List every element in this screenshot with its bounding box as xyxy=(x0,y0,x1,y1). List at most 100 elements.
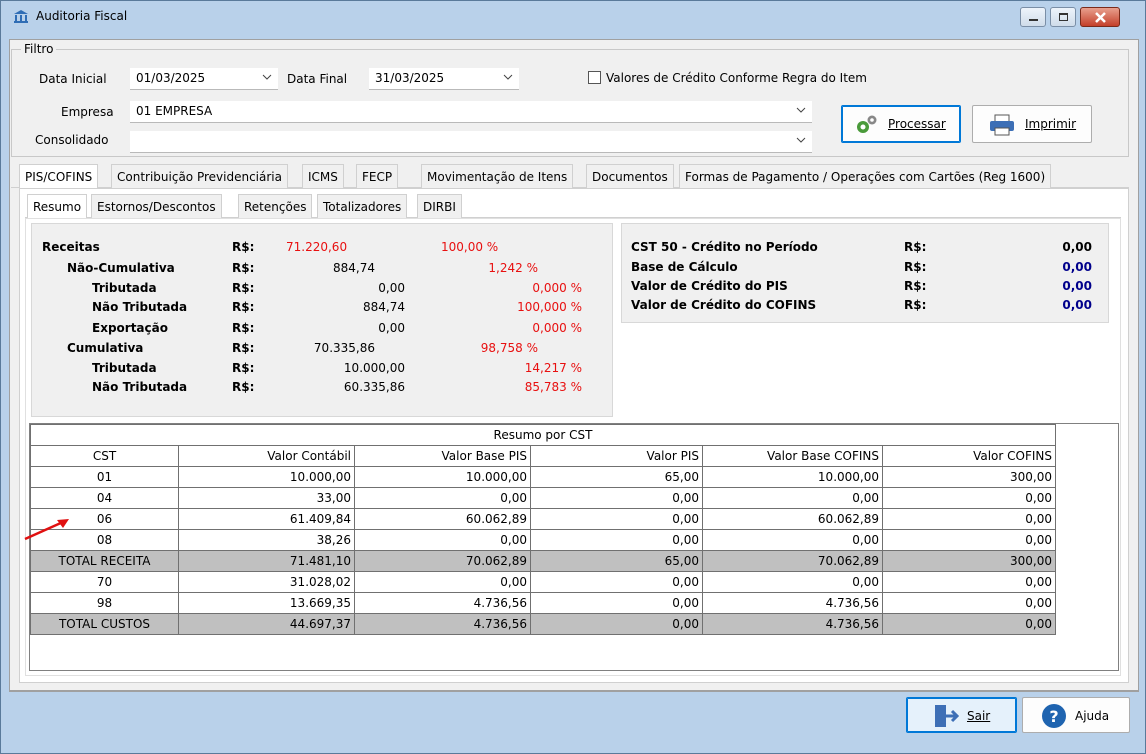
summary-label: Tributada xyxy=(92,281,157,295)
main-window: Auditoria Fiscal Filtro Data Inicial 01/… xyxy=(0,0,1146,754)
table-row[interactable]: 06 61.409,84 60.062,89 0,00 60.062,89 0,00 xyxy=(30,508,1056,530)
data-inicial-field[interactable]: 01/03/2025 xyxy=(130,68,278,90)
table-cell: 0,00 xyxy=(354,529,531,551)
tab-formas-pagamento[interactable]: Formas de Pagamento / Operações com Cart… xyxy=(679,164,1052,188)
tab-pis-cofins[interactable]: PIS/COFINS xyxy=(19,164,99,189)
sub-tab-bar: Resumo Estornos/Descontos Retenções Tota… xyxy=(25,194,1121,219)
column-header[interactable]: Valor Base PIS xyxy=(354,445,531,467)
tab-fecp[interactable]: FECP xyxy=(356,164,399,188)
grid-header-row: CST Valor Contábil Valor Base PIS Valor … xyxy=(30,445,1056,467)
column-header[interactable]: Valor PIS xyxy=(530,445,703,467)
summary-value: 0,00 xyxy=(378,281,405,295)
tab-resumo[interactable]: Resumo xyxy=(27,194,88,219)
table-cell: 4.736,56 xyxy=(702,613,883,635)
summary-label: Tributada xyxy=(92,361,157,375)
column-header[interactable]: CST xyxy=(30,445,179,467)
table-row[interactable]: 70 31.028,02 0,00 0,00 0,00 0,00 xyxy=(30,571,1056,593)
table-cell: 0,00 xyxy=(882,571,1056,593)
table-cell: 0,00 xyxy=(530,613,703,635)
resumo-cst-grid[interactable]: Resumo por CST CST Valor Contábil Valor … xyxy=(29,423,1119,671)
chevron-down-icon xyxy=(796,107,806,113)
summary-percent: 0,000 % xyxy=(532,281,582,295)
summary-value: 70.335,86 xyxy=(313,341,375,355)
table-cell: 0,00 xyxy=(530,508,703,530)
column-header[interactable]: Valor Contábil xyxy=(178,445,355,467)
table-cell: 01 xyxy=(30,466,179,488)
tab-contribuicao-previdenciaria[interactable]: Contribuição Previdenciária xyxy=(111,164,288,188)
table-cell: 70 xyxy=(30,571,179,593)
summary-percent: 14,217 % xyxy=(524,361,582,375)
tab-dirbi[interactable]: DIRBI xyxy=(417,194,462,218)
table-row[interactable]: 01 10.000,00 10.000,00 65,00 10.000,00 300,00 xyxy=(30,466,1056,488)
svg-text:?: ? xyxy=(1049,707,1058,726)
table-cell: 70.062,89 xyxy=(702,550,883,572)
table-cell: 0,00 xyxy=(882,613,1056,635)
table-cell: 0,00 xyxy=(530,571,703,593)
minimize-button[interactable] xyxy=(1020,7,1046,27)
table-row[interactable]: 04 33,00 0,00 0,00 0,00 0,00 xyxy=(30,487,1056,509)
maximize-button[interactable] xyxy=(1050,7,1076,27)
empresa-select[interactable]: 01 EMPRESA xyxy=(130,101,812,123)
table-cell: 0,00 xyxy=(702,487,883,509)
table-cell: 71.481,10 xyxy=(178,550,355,572)
window-title: Auditoria Fiscal xyxy=(36,9,128,23)
table-cell: 31.028,02 xyxy=(178,571,355,593)
table-cell: 0,00 xyxy=(354,487,531,509)
credit-label: CST 50 - Crédito no Período xyxy=(631,240,818,254)
summary-percent: 0,000 % xyxy=(532,321,582,335)
imprimir-button[interactable]: Imprimir xyxy=(972,105,1092,143)
filter-legend: Filtro xyxy=(21,42,57,56)
summary-value: 60.335,86 xyxy=(343,380,405,394)
summary-currency: R$: xyxy=(232,380,255,394)
summary-value: 0,00 xyxy=(378,321,405,335)
credit-currency: R$: xyxy=(904,240,927,254)
empresa-label: Empresa xyxy=(61,105,114,119)
resumo-cst-table: Resumo por CST CST Valor Contábil Valor … xyxy=(30,424,1056,635)
credit-currency: R$: xyxy=(904,298,927,312)
tab-icms[interactable]: ICMS xyxy=(302,164,344,188)
table-row[interactable]: 08 38,26 0,00 0,00 0,00 0,00 xyxy=(30,529,1056,551)
exit-door-icon xyxy=(935,705,959,727)
sair-button[interactable]: Sair xyxy=(906,697,1017,733)
table-cell: 300,00 xyxy=(882,550,1056,572)
table-cell: 38,26 xyxy=(178,529,355,551)
table-cell: 4.736,56 xyxy=(354,592,531,614)
table-cell: TOTAL CUSTOS xyxy=(30,613,179,635)
credit-label: Valor de Crédito do PIS xyxy=(631,279,788,293)
summary-label: Não-Cumulativa xyxy=(67,261,175,275)
credit-currency: R$: xyxy=(904,279,927,293)
table-row[interactable]: 98 13.669,35 4.736,56 0,00 4.736,56 0,00 xyxy=(30,592,1056,614)
tab-retencoes[interactable]: Retenções xyxy=(238,194,313,218)
tab-documentos[interactable]: Documentos xyxy=(586,164,674,188)
summary-value: 884,74 xyxy=(363,300,405,314)
summary-currency: R$: xyxy=(232,341,255,355)
table-cell: 10.000,00 xyxy=(354,466,531,488)
table-cell: 61.409,84 xyxy=(178,508,355,530)
ajuda-button[interactable]: ? Ajuda xyxy=(1022,697,1130,733)
processar-button[interactable]: Processar xyxy=(841,105,961,143)
table-row[interactable]: TOTAL CUSTOS 44.697,37 4.736,56 0,00 4.736,5… xyxy=(30,613,1056,635)
tab-movimentacao-itens[interactable]: Movimentação de Itens xyxy=(421,164,574,188)
title-bar: Auditoria Fiscal xyxy=(1,1,1145,31)
summary-label: Não Tributada xyxy=(92,300,188,314)
credito-checkbox[interactable] xyxy=(588,71,601,84)
tab-estornos-descontos[interactable]: Estornos/Descontos xyxy=(91,194,222,218)
summary-currency: R$: xyxy=(232,361,255,375)
table-cell: 0,00 xyxy=(354,571,531,593)
column-header[interactable]: Valor COFINS xyxy=(882,445,1056,467)
data-final-field[interactable]: 31/03/2025 xyxy=(369,68,519,90)
gear-icon xyxy=(857,115,877,133)
table-cell: 0,00 xyxy=(882,487,1056,509)
close-button[interactable] xyxy=(1080,7,1120,27)
column-header[interactable]: Valor Base COFINS xyxy=(702,445,883,467)
table-cell: 10.000,00 xyxy=(702,466,883,488)
table-cell: 13.669,35 xyxy=(178,592,355,614)
table-cell: 0,00 xyxy=(882,529,1056,551)
tab-totalizadores[interactable]: Totalizadores xyxy=(317,194,408,218)
table-cell: 0,00 xyxy=(882,592,1056,614)
table-row[interactable]: TOTAL RECEITA 71.481,10 70.062,89 65,00 70.0… xyxy=(30,550,1056,572)
summary-currency: R$: xyxy=(232,261,255,275)
table-cell: 0,00 xyxy=(702,571,883,593)
summary-label: Cumulativa xyxy=(67,341,144,355)
consolidado-select[interactable] xyxy=(130,131,812,153)
